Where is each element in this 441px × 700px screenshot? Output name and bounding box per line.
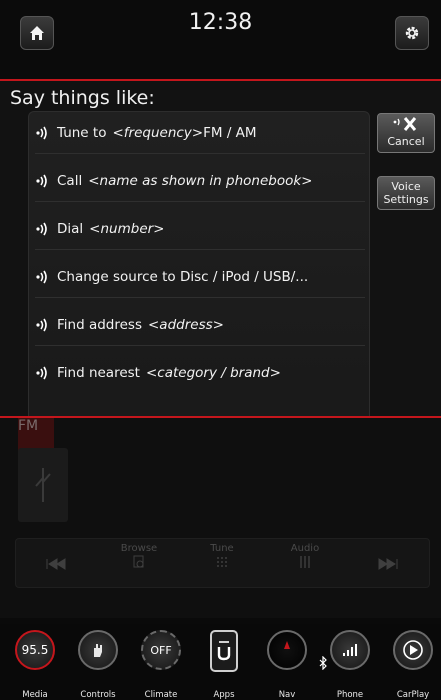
voice-wave-icon xyxy=(36,270,47,283)
audio-icon xyxy=(300,556,310,568)
command-param: <number> xyxy=(89,220,165,237)
nav-label-media: Media xyxy=(22,690,48,700)
nav-label-carplay: CarPlay xyxy=(396,690,430,700)
command-text: Dial xyxy=(57,220,84,237)
tune-icon xyxy=(217,557,227,567)
voice-settings-button[interactable]: Voice Settings xyxy=(377,176,435,210)
command-param: <category / brand> xyxy=(145,365,281,381)
nav-label-controls: Controls xyxy=(80,690,116,700)
nav-label-climate: Climate xyxy=(144,690,178,700)
climate-status: OFF xyxy=(150,643,172,657)
voice-command-item[interactable]: Change source to Disc / iPod / USB/... xyxy=(35,256,365,298)
command-param: <frequency> xyxy=(112,124,204,141)
cancel-voice-icon xyxy=(393,117,417,131)
gear-icon xyxy=(405,26,419,40)
command-text: Change source to Disc / iPod / USB/... xyxy=(57,268,309,285)
command-param: <name as shown in phonebook> xyxy=(88,172,313,189)
media-radio-icon: 95.5 xyxy=(15,630,55,670)
previous-button[interactable] xyxy=(16,539,96,589)
voice-wave-icon xyxy=(36,174,47,187)
browse-button[interactable]: Browse xyxy=(99,539,179,589)
media-frequency: 95.5 xyxy=(21,643,49,657)
phone-signal-icon xyxy=(330,630,370,670)
audio-button[interactable]: Audio xyxy=(265,539,345,589)
tune-label: Tune xyxy=(210,543,234,554)
voice-command-item[interactable]: Call <name as shown in phonebook> xyxy=(35,160,365,202)
command-text: Find nearest xyxy=(57,365,140,381)
next-icon xyxy=(378,558,398,570)
audio-label: Audio xyxy=(290,543,320,554)
nav-label-apps: Apps xyxy=(213,690,235,700)
playback-control-bar: Browse Tune Audio xyxy=(15,538,430,588)
voice-command-item[interactable]: Dial <number> xyxy=(35,208,365,250)
clock: 12:38 xyxy=(188,10,253,35)
climate-off-icon: OFF xyxy=(141,630,181,670)
voice-settings-label-line2: Settings xyxy=(383,193,429,206)
browse-label: Browse xyxy=(120,543,158,554)
voice-settings-label-line1: Voice xyxy=(391,180,421,193)
voice-command-item[interactable]: Find nearest <category / brand> xyxy=(35,352,365,394)
voice-wave-icon xyxy=(36,222,47,235)
nav-label-nav: Nav xyxy=(278,690,296,700)
settings-button[interactable] xyxy=(395,16,429,50)
apps-uconnect-icon xyxy=(210,630,238,672)
background-radio-ui: FM Browse Tune Audio xyxy=(0,418,441,618)
voice-command-item[interactable]: Tune to <frequency> FM / AM xyxy=(35,112,365,154)
cancel-label: Cancel xyxy=(387,135,425,148)
voice-prompt-title: Say things like: xyxy=(10,87,155,109)
command-text: Tune to xyxy=(57,124,107,141)
command-suffix: FM / AM xyxy=(203,124,257,141)
usb-source-tile xyxy=(18,448,68,522)
bottom-nav-bar: 95.5 Media Controls OFF Climate Apps Nav… xyxy=(0,624,441,700)
command-text: Find address xyxy=(57,316,142,333)
usb-icon xyxy=(35,468,51,502)
nav-label-phone: Phone xyxy=(336,690,364,700)
cancel-button[interactable]: Cancel xyxy=(377,113,435,153)
command-text: Call xyxy=(57,172,83,189)
band-label: FM xyxy=(18,418,39,434)
command-param: <address> xyxy=(148,316,224,333)
prev-icon xyxy=(46,558,66,570)
voice-wave-icon xyxy=(36,366,47,380)
voice-command-item[interactable]: Find address <address> xyxy=(35,304,365,346)
bluetooth-icon xyxy=(319,656,327,670)
controls-hand-icon xyxy=(78,630,118,670)
tune-button[interactable]: Tune xyxy=(182,539,262,589)
next-button[interactable] xyxy=(348,539,428,589)
voice-wave-icon xyxy=(36,318,47,331)
carplay-icon xyxy=(393,630,433,670)
browse-icon xyxy=(133,555,144,568)
compass-icon xyxy=(267,630,307,670)
top-bar: 12:38 xyxy=(0,0,441,80)
voice-wave-icon xyxy=(36,126,47,139)
